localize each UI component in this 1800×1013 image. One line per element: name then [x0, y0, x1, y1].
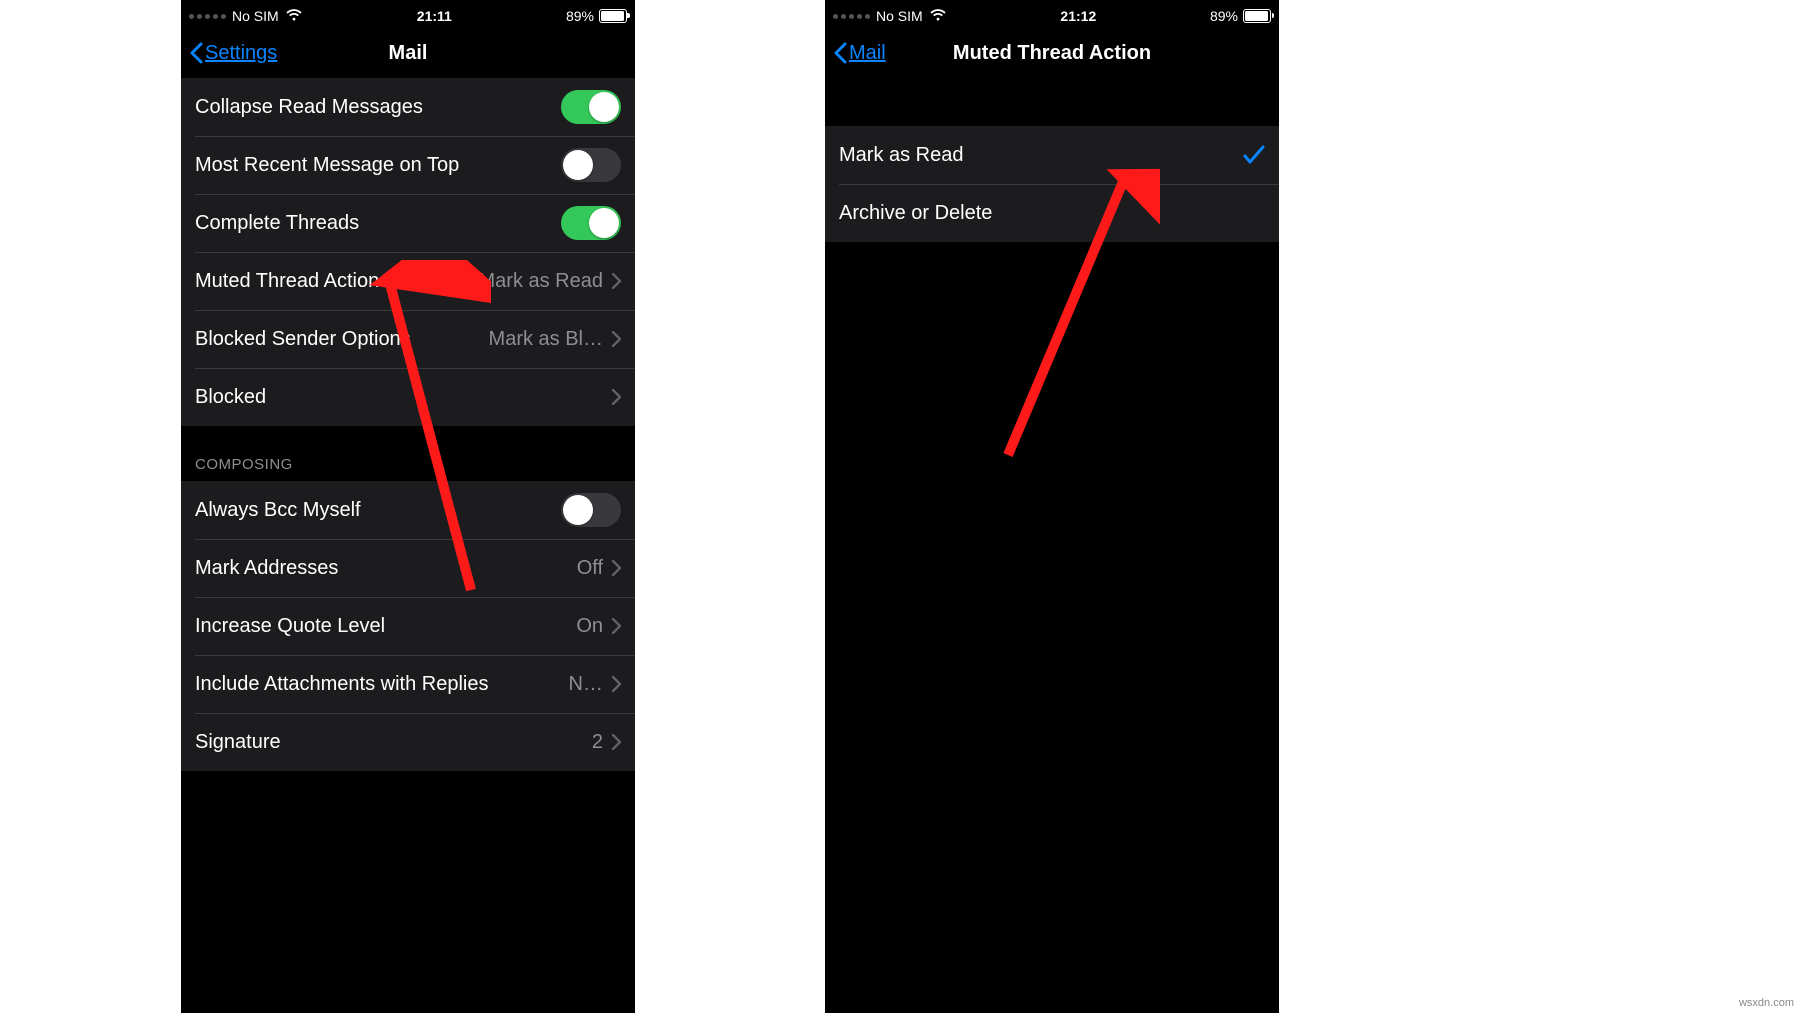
option-mark-as-read[interactable]: Mark as Read	[825, 126, 1279, 184]
back-label: Settings	[205, 42, 277, 65]
row-blocked[interactable]: Blocked	[181, 368, 635, 426]
row-most-recent-top[interactable]: Most Recent Message on Top	[181, 136, 635, 194]
row-blocked-sender-options[interactable]: Blocked Sender Options Mark as Bl…	[181, 310, 635, 368]
row-label: Always Bcc Myself	[195, 499, 561, 522]
chevron-right-icon	[611, 618, 621, 634]
status-right: 89%	[566, 8, 627, 24]
carrier-label: No SIM	[876, 8, 923, 24]
signal-bars-icon	[833, 14, 870, 19]
row-label: Collapse Read Messages	[195, 96, 561, 119]
row-label: Mark Addresses	[195, 557, 577, 580]
wifi-icon	[285, 8, 303, 24]
battery-icon	[1243, 9, 1271, 23]
clock: 21:11	[417, 8, 452, 24]
nav-bar: Settings Mail	[181, 28, 635, 78]
phone-left: No SIM 21:11 89% Settings Mail Collapse …	[181, 0, 635, 1013]
row-muted-thread-action[interactable]: Muted Thread Action Mark as Read	[181, 252, 635, 310]
back-button[interactable]: Mail	[833, 42, 886, 65]
status-left: No SIM	[189, 8, 303, 24]
status-left: No SIM	[833, 8, 947, 24]
chevron-right-icon	[611, 273, 621, 289]
toggle-on-icon[interactable]	[561, 90, 621, 124]
row-signature[interactable]: Signature 2	[181, 713, 635, 771]
row-collapse-read[interactable]: Collapse Read Messages	[181, 78, 635, 136]
row-label: Include Attachments with Replies	[195, 673, 569, 696]
chevron-right-icon	[611, 734, 621, 750]
clock: 21:12	[1060, 8, 1096, 24]
row-detail: Mark as Bl…	[489, 328, 603, 351]
option-label: Mark as Read	[839, 144, 1243, 167]
row-label: Blocked	[195, 386, 611, 409]
row-label: Signature	[195, 731, 592, 754]
row-label: Blocked Sender Options	[195, 328, 489, 351]
carrier-label: No SIM	[232, 8, 279, 24]
status-bar: No SIM 21:12 89%	[825, 4, 1279, 28]
toggle-on-icon[interactable]	[561, 206, 621, 240]
status-bar: No SIM 21:11 89%	[181, 4, 635, 28]
row-detail: 2	[592, 731, 603, 754]
row-label: Muted Thread Action	[195, 270, 479, 293]
back-button[interactable]: Settings	[189, 42, 277, 65]
row-detail: Off	[577, 557, 603, 580]
row-detail: N…	[569, 673, 603, 696]
phone-right: No SIM 21:12 89% Mail Muted Thread Actio…	[825, 0, 1279, 1013]
row-always-bcc[interactable]: Always Bcc Myself	[181, 481, 635, 539]
wifi-icon	[929, 8, 947, 24]
back-label: Mail	[849, 42, 886, 65]
toggle-off-icon[interactable]	[561, 493, 621, 527]
section-header-composing: COMPOSING	[181, 426, 635, 481]
row-increase-quote[interactable]: Increase Quote Level On	[181, 597, 635, 655]
row-detail: Mark as Read	[479, 270, 604, 293]
status-right: 89%	[1210, 8, 1271, 24]
option-archive-delete[interactable]: Archive or Delete	[825, 184, 1279, 242]
checkmark-icon	[1243, 145, 1265, 165]
battery-icon	[599, 9, 627, 23]
row-mark-addresses[interactable]: Mark Addresses Off	[181, 539, 635, 597]
row-label: Most Recent Message on Top	[195, 154, 561, 177]
row-include-attachments[interactable]: Include Attachments with Replies N…	[181, 655, 635, 713]
toggle-off-icon[interactable]	[561, 148, 621, 182]
option-label: Archive or Delete	[839, 202, 1265, 225]
signal-bars-icon	[189, 14, 226, 19]
page-title: Muted Thread Action	[825, 42, 1279, 65]
battery-pct: 89%	[1210, 8, 1238, 24]
nav-bar: Mail Muted Thread Action	[825, 28, 1279, 78]
chevron-right-icon	[611, 331, 621, 347]
chevron-right-icon	[611, 560, 621, 576]
row-detail: On	[576, 615, 603, 638]
watermark: wsxdn.com	[1739, 997, 1794, 1009]
row-label: Increase Quote Level	[195, 615, 576, 638]
chevron-right-icon	[611, 676, 621, 692]
battery-pct: 89%	[566, 8, 594, 24]
row-complete-threads[interactable]: Complete Threads	[181, 194, 635, 252]
chevron-right-icon	[611, 389, 621, 405]
row-label: Complete Threads	[195, 212, 561, 235]
